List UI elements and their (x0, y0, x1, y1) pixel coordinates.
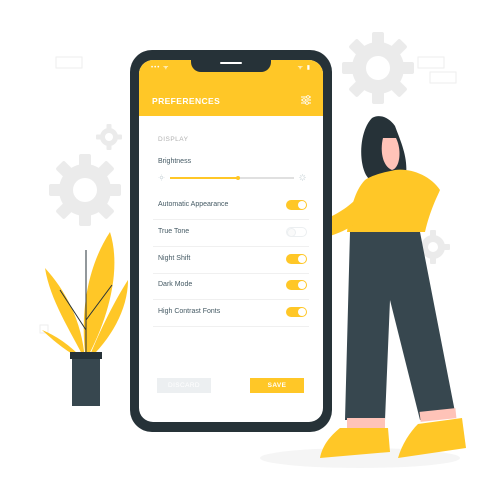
brightness-slider[interactable] (158, 173, 306, 183)
setting-label: Night Shift (158, 255, 191, 262)
toggle-knob (298, 281, 306, 289)
slider-fill (170, 177, 239, 179)
setting-row-true-tone: True Tone (153, 220, 309, 247)
plant-illustration (42, 232, 128, 406)
status-bar-left: ••• ᯤ (151, 65, 170, 71)
speaker-grille (220, 62, 242, 64)
toggle-night-shift[interactable] (286, 254, 307, 264)
status-bar-right: ᯤ ▮ (297, 65, 311, 71)
phone-screen: ••• ᯤ ᯤ ▮ PREFERENCES DISPLAY Brightness (139, 60, 323, 422)
gear-icon (49, 154, 121, 226)
deco-box (55, 56, 83, 69)
app-header: ••• ᯤ ᯤ ▮ PREFERENCES (139, 60, 323, 116)
page-title: PREFERENCES (152, 96, 221, 106)
toggle-automatic-appearance[interactable] (286, 200, 307, 210)
slider-handle[interactable] (236, 175, 241, 180)
toggle-knob (298, 308, 306, 316)
toggle-knob (298, 201, 306, 209)
brightness-label: Brightness (158, 158, 192, 165)
save-button[interactable]: SAVE (250, 378, 304, 393)
sun-large-icon (299, 174, 306, 181)
phone-notch (191, 60, 271, 72)
toggle-knob (298, 255, 306, 263)
setting-row-dark-mode: Dark Mode (153, 273, 309, 300)
setting-label: True Tone (158, 228, 190, 235)
toggle-dark-mode[interactable] (286, 280, 307, 290)
toggle-knob (287, 228, 296, 237)
setting-row-night-shift: Night Shift (153, 247, 309, 274)
setting-label: Dark Mode (158, 281, 193, 288)
setting-row-high-contrast-fonts: High Contrast Fonts (153, 300, 309, 327)
gear-icon (96, 124, 122, 150)
toggle-true-tone[interactable] (286, 227, 307, 237)
sun-small-icon (158, 174, 165, 181)
setting-label: High Contrast Fonts (158, 308, 221, 315)
section-label-display: DISPLAY (158, 136, 189, 143)
deco-box (429, 71, 457, 84)
toggle-high-contrast-fonts[interactable] (286, 307, 307, 317)
deco-box (417, 56, 445, 69)
sliders-icon[interactable] (300, 94, 312, 106)
gear-icon (342, 32, 414, 104)
setting-label: Automatic Appearance (158, 201, 229, 208)
discard-button[interactable]: DISCARD (157, 378, 211, 393)
setting-row-automatic-appearance: Automatic Appearance (153, 193, 309, 220)
